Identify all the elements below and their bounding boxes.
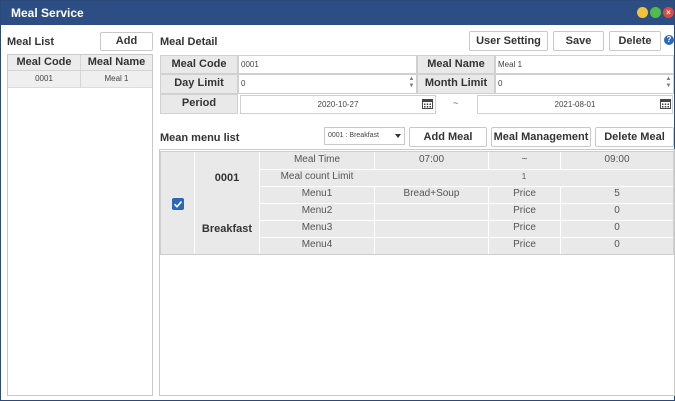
month-limit-input[interactable]: 0 ▲ ▼: [495, 74, 674, 94]
day-limit-value: 0: [241, 79, 246, 88]
meal-time-start[interactable]: 07:00: [375, 152, 488, 168]
meal-code-label: Meal Code: [160, 55, 238, 74]
window-title: Meal Service: [11, 6, 84, 20]
period-end-value: 2021-08-01: [554, 100, 596, 109]
meal-list-title: Meal List: [7, 36, 55, 48]
calendar-icon[interactable]: [660, 98, 671, 109]
checkbox-icon[interactable]: [172, 198, 184, 210]
meal-detail-title: Meal Detail: [160, 36, 218, 48]
calendar-icon[interactable]: [422, 98, 433, 109]
user-setting-button[interactable]: User Setting: [469, 31, 548, 51]
meal-service-window: Meal Service × Meal List Add Meal Code M…: [0, 0, 675, 401]
column-header-meal-code[interactable]: Meal Code: [8, 56, 80, 68]
meal-list: Meal Code Meal Name 0001 Meal 1: [7, 54, 153, 396]
meal-management-button[interactable]: Meal Management: [491, 127, 591, 147]
menu-item-price-label: Price: [513, 239, 536, 250]
meal-time-separator: ~: [521, 154, 528, 165]
menu-item-price[interactable]: 0: [561, 220, 673, 236]
period-label: Period: [160, 94, 238, 114]
month-limit-label: Month Limit: [417, 74, 495, 94]
delete-meal-button[interactable]: Delete Meal: [595, 127, 674, 147]
meal-name-cell: Breakfast: [201, 223, 253, 235]
meal-name-label: Meal Name: [417, 55, 495, 74]
save-button[interactable]: Save: [553, 31, 604, 51]
grid-line: [194, 152, 195, 254]
close-icon[interactable]: ×: [663, 7, 674, 18]
menu-item-price-label: Price: [513, 222, 536, 233]
chevron-down-icon: [395, 134, 401, 138]
menu-table: 0001 Breakfast Meal Time 07:00 ~ 09:00 M…: [160, 151, 674, 255]
menu-item-label: Menu3: [301, 222, 333, 233]
menu-item-price[interactable]: 5: [561, 186, 673, 202]
meal-code-cell: 0001: [214, 172, 240, 184]
menu-item-price[interactable]: 0: [561, 203, 673, 219]
menu-list-title: Mean menu list: [160, 132, 240, 144]
meal-time-label: Meal Time: [293, 154, 341, 165]
maximize-icon[interactable]: [650, 7, 661, 18]
day-limit-input[interactable]: 0 ▲ ▼: [238, 74, 417, 94]
month-limit-spinner[interactable]: ▲ ▼: [665, 76, 672, 91]
menu-item-label: Menu2: [301, 205, 333, 216]
month-limit-value: 0: [498, 79, 503, 88]
meal-name-field[interactable]: Meal 1: [495, 55, 674, 74]
meal-count-limit-label: Meal count Limit: [280, 171, 354, 182]
meal-select[interactable]: 0001 : Breakfast: [324, 127, 405, 145]
add-button[interactable]: Add: [100, 32, 153, 51]
period-start-field[interactable]: 2020-10-27: [240, 95, 436, 114]
title-bar: Meal Service ×: [1, 1, 674, 25]
delete-button[interactable]: Delete: [609, 31, 661, 51]
minimize-icon[interactable]: [637, 7, 648, 18]
help-icon[interactable]: ?: [664, 35, 674, 45]
meal-time-end[interactable]: 09:00: [561, 152, 673, 168]
column-divider: [80, 55, 81, 88]
period-separator: ~: [453, 98, 459, 108]
menu-item-label: Menu1: [301, 188, 333, 199]
period-end-field[interactable]: 2021-08-01: [477, 95, 673, 114]
menu-item-label: Menu4: [301, 239, 333, 250]
day-limit-spinner[interactable]: ▲ ▼: [408, 76, 415, 91]
add-meal-button[interactable]: Add Meal: [409, 127, 487, 147]
menu-item-price-label: Price: [513, 188, 536, 199]
meal-code-field[interactable]: 0001: [238, 55, 417, 74]
meal-select-value: 0001 : Breakfast: [328, 132, 379, 139]
day-limit-label: Day Limit: [160, 74, 238, 94]
menu-item-value[interactable]: Bread+Soup: [375, 186, 488, 202]
column-header-meal-name[interactable]: Meal Name: [81, 56, 152, 68]
period-start-value: 2020-10-27: [317, 100, 359, 109]
menu-item-price-label: Price: [513, 205, 536, 216]
meal-count-limit-value[interactable]: 1: [375, 169, 673, 185]
list-item-code: 0001: [35, 74, 53, 83]
list-item-name: Meal 1: [104, 74, 129, 83]
menu-item-price[interactable]: 0: [561, 237, 673, 253]
